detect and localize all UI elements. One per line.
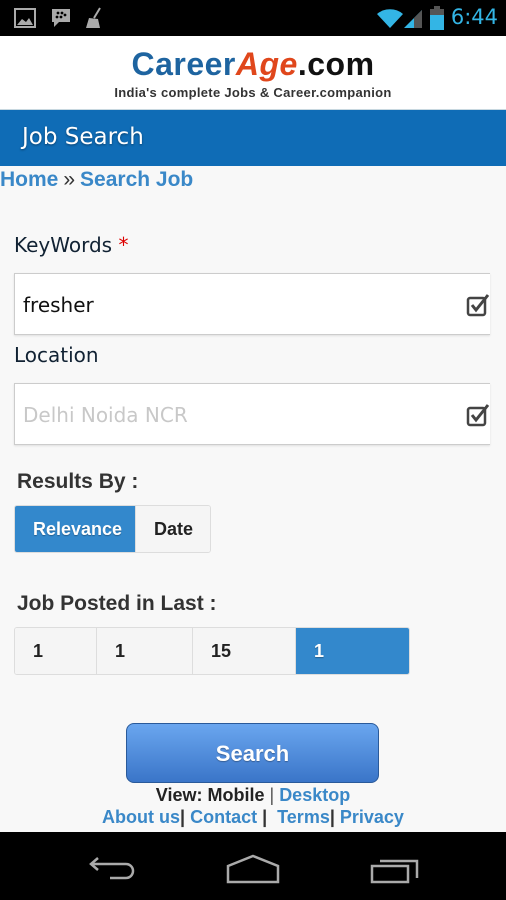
posted-1-week[interactable]: 1 Week — [97, 628, 193, 674]
broom-icon — [86, 7, 101, 28]
location-field[interactable] — [14, 383, 490, 445]
keywords-input[interactable] — [21, 286, 445, 324]
page-header: Job Search — [0, 110, 506, 166]
about-us-link[interactable]: About us — [102, 807, 180, 827]
clock: 6:44 — [450, 5, 498, 29]
required-mark: * — [118, 233, 129, 257]
gallery-icon — [14, 8, 36, 28]
posted-1-day[interactable]: 1 Day — [15, 628, 97, 674]
signal-icon — [404, 10, 422, 28]
page-title: Job Search — [22, 124, 144, 150]
view-switcher: View: Mobile | Desktop — [0, 785, 506, 806]
desktop-link[interactable]: Desktop — [279, 785, 350, 805]
contact-link[interactable]: Contact — [190, 807, 257, 827]
footer-links: About us| Contact | Terms| Privacy — [102, 807, 404, 827]
recent-apps-icon[interactable] — [370, 856, 420, 884]
wifi-icon — [377, 9, 403, 28]
posted-1-months[interactable]: 1 Months — [296, 628, 409, 674]
results-by-relevance[interactable]: Relevance — [15, 506, 136, 552]
tagline: India's complete Jobs & Career.companion — [114, 85, 392, 100]
keywords-field[interactable] — [14, 273, 490, 335]
view-separator: | — [269, 785, 275, 805]
terms-link[interactable]: Terms — [277, 807, 330, 827]
back-icon[interactable] — [88, 854, 136, 882]
logo-dotcom: .com — [297, 46, 375, 82]
view-mobile-label: View: Mobile — [155, 785, 265, 805]
keywords-label: KeyWords * — [14, 233, 128, 257]
bbm-icon — [52, 9, 70, 27]
results-by-toggle: Relevance Date — [14, 505, 211, 553]
checkbox-checked-icon[interactable] — [466, 403, 490, 427]
breadcrumb-separator: » — [63, 168, 76, 191]
breadcrumb: Home» Search Job — [0, 168, 193, 192]
keywords-label-text: KeyWords — [14, 233, 113, 257]
posted-in-last-label: Job Posted in Last : — [17, 592, 217, 615]
site-logo[interactable]: CareerAge.com — [0, 46, 506, 82]
status-bar: 6:44 — [0, 0, 506, 36]
search-button[interactable]: Search — [126, 723, 379, 783]
posted-in-last-toggle: 1 Day 1 Week 15 Days 1 Months — [14, 627, 410, 675]
checkbox-checked-icon[interactable] — [466, 293, 490, 317]
posted-15-days[interactable]: 15 Days — [193, 628, 296, 674]
breadcrumb-home-link[interactable]: Home — [0, 168, 58, 191]
battery-icon — [430, 6, 444, 30]
logo-career: Career — [131, 46, 236, 82]
results-by-label: Results By : — [17, 470, 139, 493]
logo-age: Age — [235, 46, 298, 82]
navigation-bar — [0, 832, 506, 900]
results-by-date[interactable]: Date — [136, 506, 210, 552]
location-label: Location — [14, 343, 99, 367]
privacy-link[interactable]: Privacy — [340, 807, 404, 827]
home-icon[interactable] — [226, 854, 280, 884]
site-banner[interactable]: CareerAge.com India's complete Jobs & Ca… — [0, 36, 506, 110]
breadcrumb-current-link[interactable]: Search Job — [80, 168, 193, 191]
location-input[interactable] — [21, 396, 445, 434]
